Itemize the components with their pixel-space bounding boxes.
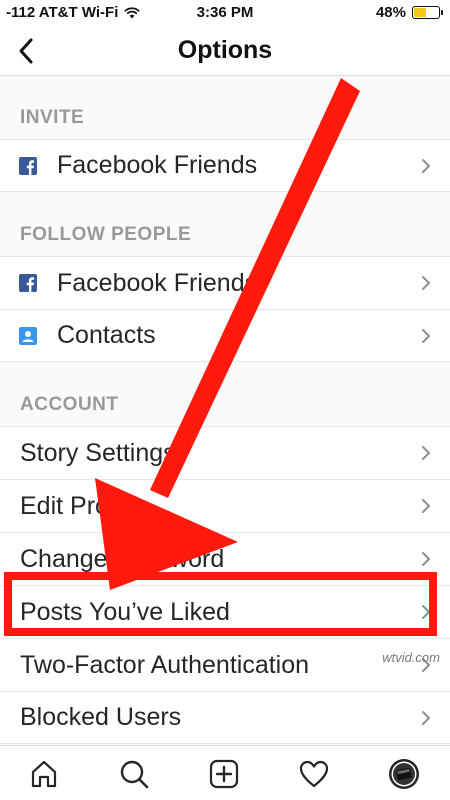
activity-heart-icon[interactable] — [298, 758, 330, 790]
page-title: Options — [177, 36, 273, 64]
invite-group: Facebook Friends — [0, 139, 450, 192]
follow-facebook-friends-row[interactable]: Facebook Friends — [0, 256, 450, 309]
follow-contacts-row[interactable]: Contacts — [0, 309, 450, 362]
row-label: Facebook Friends — [57, 268, 258, 297]
section-header-label: FOLLOW PEOPLE — [20, 224, 192, 245]
chevron-right-icon — [422, 329, 431, 343]
section-header-account: ACCOUNT — [0, 362, 450, 426]
row-label: Story Settings — [20, 438, 176, 467]
change-password-row[interactable]: Change Password — [0, 532, 450, 585]
row-label: Blocked Users — [20, 703, 182, 731]
invite-facebook-friends-row[interactable]: Facebook Friends — [0, 139, 450, 192]
chevron-right-icon — [422, 499, 431, 513]
battery-percent: 48% — [375, 4, 406, 21]
story-settings-row[interactable]: Story Settings — [0, 426, 450, 479]
status-bar: -112 AT&T Wi-Fi 3:36 PM 48% — [0, 0, 450, 26]
row-label: Contacts — [57, 321, 156, 349]
blocked-users-row[interactable]: Blocked Users — [0, 691, 450, 744]
options-list: INVITE Facebook Friends FOLLOW PEOPLE Fa… — [0, 76, 450, 744]
facebook-icon — [19, 156, 37, 175]
battery-group: 48% — [375, 4, 443, 21]
section-header-label: INVITE — [20, 107, 85, 128]
chevron-right-icon — [422, 159, 431, 173]
battery-icon — [412, 6, 443, 19]
chevron-right-icon — [422, 711, 431, 725]
row-label: Edit Profile — [20, 491, 141, 520]
nav-bar: Options — [0, 26, 450, 76]
battery-fill — [414, 8, 426, 17]
home-icon[interactable] — [28, 758, 60, 790]
row-label: Change Password — [20, 544, 225, 573]
posts-youve-liked-row[interactable]: Posts You’ve Liked — [0, 585, 450, 638]
edit-profile-row[interactable]: Edit Profile — [0, 479, 450, 532]
search-icon[interactable] — [118, 758, 150, 790]
follow-group: Facebook Friends Contacts — [0, 256, 450, 362]
chevron-right-icon — [422, 605, 431, 619]
row-label: Facebook Friends — [57, 151, 258, 179]
row-label: Two-Factor Authentication — [20, 650, 310, 679]
watermark: wtvid.com — [382, 650, 440, 665]
chevron-right-icon — [422, 276, 431, 290]
chevron-right-icon — [422, 552, 431, 566]
row-label: Posts You’ve Liked — [20, 597, 230, 626]
section-header-invite: INVITE — [0, 76, 450, 139]
section-header-label: ACCOUNT — [20, 394, 119, 415]
chevron-right-icon — [422, 446, 431, 460]
contacts-icon — [19, 326, 37, 345]
account-group: Story Settings Edit Profile Change Passw… — [0, 426, 450, 744]
facebook-icon — [19, 274, 37, 292]
new-post-icon[interactable] — [208, 758, 240, 790]
section-header-follow-people: FOLLOW PEOPLE — [0, 192, 450, 256]
tab-bar — [0, 745, 450, 800]
profile-avatar-icon[interactable] — [388, 758, 420, 790]
